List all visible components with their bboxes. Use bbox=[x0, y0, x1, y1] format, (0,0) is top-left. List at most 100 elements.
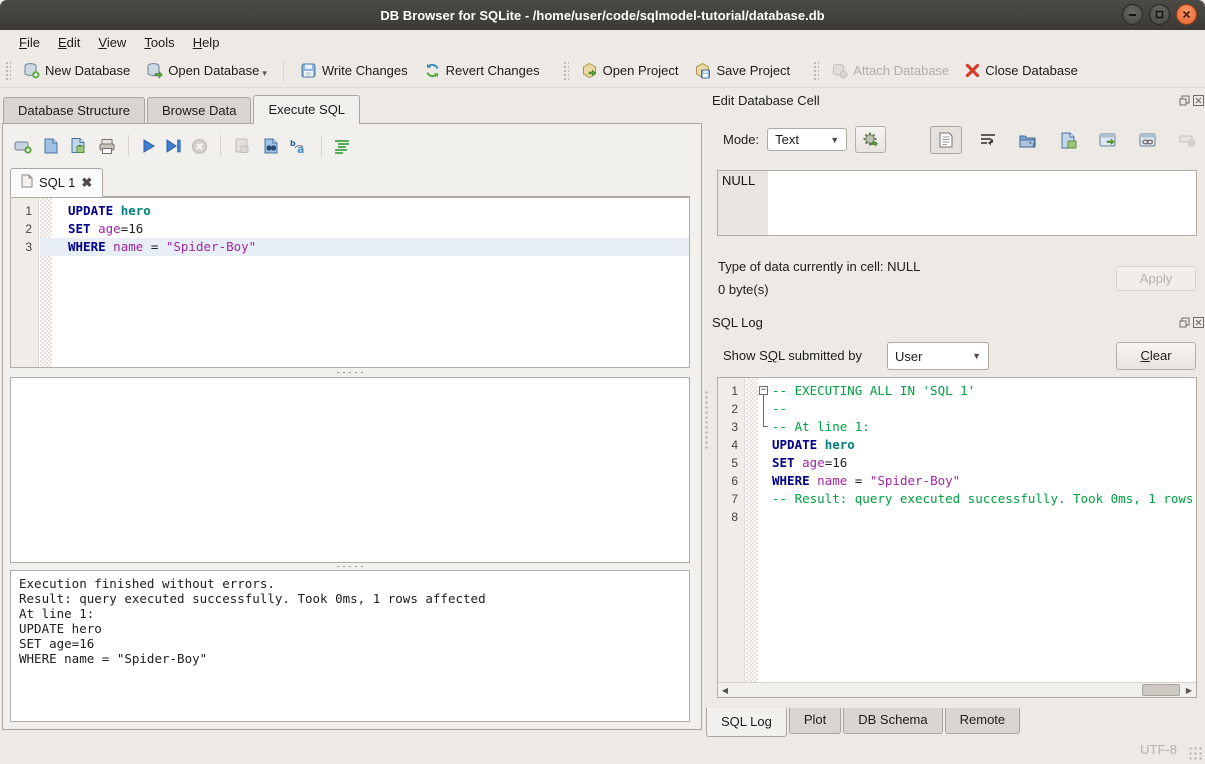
line-number-gutter: 12345678 bbox=[718, 378, 745, 697]
sql-tab-bar: SQL 1 ✖ bbox=[10, 168, 690, 197]
export-file-button[interactable] bbox=[1056, 128, 1081, 153]
line-number-gutter: 123 bbox=[11, 198, 39, 367]
cell-size-text: 0 byte(s) bbox=[718, 282, 769, 297]
sql-1-tab[interactable]: SQL 1 ✖ bbox=[10, 168, 103, 197]
minimize-button[interactable] bbox=[1122, 4, 1143, 25]
cell-editor-toolbar bbox=[930, 126, 1205, 154]
sql-tab-label: SQL 1 bbox=[39, 175, 75, 190]
title-bar: DB Browser for SQLite - /home/user/code/… bbox=[0, 0, 1205, 30]
attach-database-icon bbox=[831, 62, 848, 79]
cell-null-label: NULL bbox=[718, 171, 768, 235]
toolbar-separator bbox=[321, 135, 322, 157]
cell-value-editor[interactable]: NULL bbox=[717, 170, 1197, 236]
menu-tools[interactable]: Tools bbox=[135, 33, 183, 52]
close-database-button[interactable]: Close Database bbox=[957, 59, 1086, 82]
save-project-icon bbox=[694, 62, 711, 79]
edit-cell-dock-buttons bbox=[1179, 95, 1204, 106]
cell-type-text: Type of data currently in cell: NULL bbox=[718, 259, 920, 274]
tab-db-schema[interactable]: DB Schema bbox=[843, 708, 942, 734]
mode-row: Mode: Text ▼ bbox=[723, 126, 886, 153]
open-project-icon bbox=[581, 62, 598, 79]
apply-settings-button[interactable] bbox=[855, 126, 886, 153]
open-project-button[interactable]: Open Project bbox=[573, 58, 687, 83]
tab-browse-data[interactable]: Browse Data bbox=[147, 97, 251, 124]
main-tab-bar: Database Structure Browse Data Execute S… bbox=[3, 95, 362, 124]
tab-database-structure[interactable]: Database Structure bbox=[3, 97, 145, 124]
sql-log-code: −-- EXECUTING ALL IN 'SQL 1'---- At line… bbox=[758, 382, 1196, 526]
new-database-button[interactable]: New Database bbox=[15, 58, 138, 83]
sql-editor[interactable]: 123 UPDATE heroSET age=16WHERE name = "S… bbox=[10, 197, 690, 368]
tab-remote[interactable]: Remote bbox=[945, 708, 1021, 734]
svg-text:a: a bbox=[297, 143, 304, 155]
window-title: DB Browser for SQLite - /home/user/code/… bbox=[380, 8, 824, 23]
toolbar-separator bbox=[283, 60, 284, 82]
clear-button[interactable]: Clear bbox=[1116, 342, 1196, 370]
write-changes-icon bbox=[300, 62, 317, 79]
link-button[interactable] bbox=[1135, 129, 1161, 152]
mode-select[interactable]: Text ▼ bbox=[767, 128, 847, 151]
window-controls bbox=[1122, 4, 1197, 25]
tab-plot[interactable]: Plot bbox=[789, 708, 841, 734]
open-external-button[interactable] bbox=[1095, 129, 1121, 152]
revert-changes-icon bbox=[424, 62, 441, 79]
scroll-right-icon[interactable]: ▶ bbox=[1182, 683, 1196, 697]
import-file-button[interactable] bbox=[1014, 128, 1042, 153]
results-pane[interactable] bbox=[10, 377, 690, 563]
toolbar-handle[interactable] bbox=[562, 60, 569, 82]
format-sql-button[interactable] bbox=[334, 139, 351, 154]
find-button[interactable] bbox=[262, 137, 280, 155]
stop-button bbox=[191, 138, 208, 155]
panel-splitter[interactable] bbox=[704, 390, 710, 450]
submitted-by-select[interactable]: User ▼ bbox=[887, 342, 989, 370]
maximize-button[interactable] bbox=[1149, 4, 1170, 25]
menu-edit[interactable]: Edit bbox=[49, 33, 89, 52]
save-project-button[interactable]: Save Project bbox=[686, 58, 798, 83]
print-button[interactable] bbox=[98, 138, 116, 155]
float-icon[interactable] bbox=[1179, 317, 1190, 328]
execute-all-button[interactable] bbox=[141, 138, 156, 154]
sql-log-filter-label: Show SQL submitted by bbox=[723, 348, 862, 363]
execution-messages[interactable]: Execution finished without errors.Result… bbox=[10, 570, 690, 722]
open-sql-file-button[interactable] bbox=[42, 137, 60, 155]
close-tab-icon[interactable]: ✖ bbox=[81, 175, 92, 191]
tab-execute-sql[interactable]: Execute SQL bbox=[253, 95, 360, 124]
sql-code[interactable]: UPDATE heroSET age=16WHERE name = "Spide… bbox=[52, 202, 689, 256]
save-sql-file-button[interactable] bbox=[69, 137, 89, 155]
close-button[interactable] bbox=[1176, 4, 1197, 25]
document-icon bbox=[21, 174, 33, 191]
word-wrap-button[interactable] bbox=[976, 129, 1000, 151]
open-database-button[interactable]: Open Database ▾ bbox=[138, 58, 275, 83]
toolbar-handle[interactable] bbox=[812, 60, 819, 82]
chevron-down-icon: ▼ bbox=[830, 135, 839, 145]
main-toolbar: New Database Open Database ▾ Write Chang… bbox=[0, 54, 1205, 88]
toolbar-separator bbox=[220, 135, 221, 157]
open-database-icon bbox=[146, 62, 163, 79]
write-changes-button[interactable]: Write Changes bbox=[292, 58, 416, 83]
toolbar-handle[interactable] bbox=[4, 60, 11, 82]
sql-log-view[interactable]: 12345678 −-- EXECUTING ALL IN 'SQL 1'---… bbox=[717, 377, 1197, 698]
menu-file[interactable]: File bbox=[10, 33, 49, 52]
menu-bar: File Edit View Tools Help bbox=[0, 30, 1205, 54]
horizontal-scrollbar[interactable]: ◀ ▶ bbox=[718, 682, 1196, 697]
execute-line-button[interactable] bbox=[165, 138, 182, 154]
float-icon[interactable] bbox=[1179, 95, 1190, 106]
encoding-status: UTF-8 bbox=[1140, 742, 1177, 757]
pane-splitter[interactable] bbox=[10, 368, 690, 377]
menu-help[interactable]: Help bbox=[184, 33, 229, 52]
tab-sql-log[interactable]: SQL Log bbox=[706, 708, 787, 737]
open-database-dropdown-icon[interactable]: ▾ bbox=[262, 68, 267, 79]
menu-view[interactable]: View bbox=[89, 33, 135, 52]
revert-changes-button[interactable]: Revert Changes bbox=[416, 58, 548, 83]
text-mode-button[interactable] bbox=[930, 126, 962, 154]
new-sql-tab-button[interactable] bbox=[14, 138, 33, 155]
scroll-left-icon[interactable]: ◀ bbox=[718, 683, 732, 697]
replace-button[interactable]: ba bbox=[289, 138, 309, 155]
scrollbar-thumb[interactable] bbox=[1142, 684, 1180, 696]
fold-margin bbox=[40, 198, 52, 367]
mode-label: Mode: bbox=[723, 132, 759, 147]
close-icon[interactable] bbox=[1193, 317, 1204, 328]
resize-grip[interactable] bbox=[1188, 746, 1202, 760]
set-null-button bbox=[1175, 130, 1200, 151]
attach-database-button: Attach Database bbox=[823, 58, 957, 83]
close-icon[interactable] bbox=[1193, 95, 1204, 106]
